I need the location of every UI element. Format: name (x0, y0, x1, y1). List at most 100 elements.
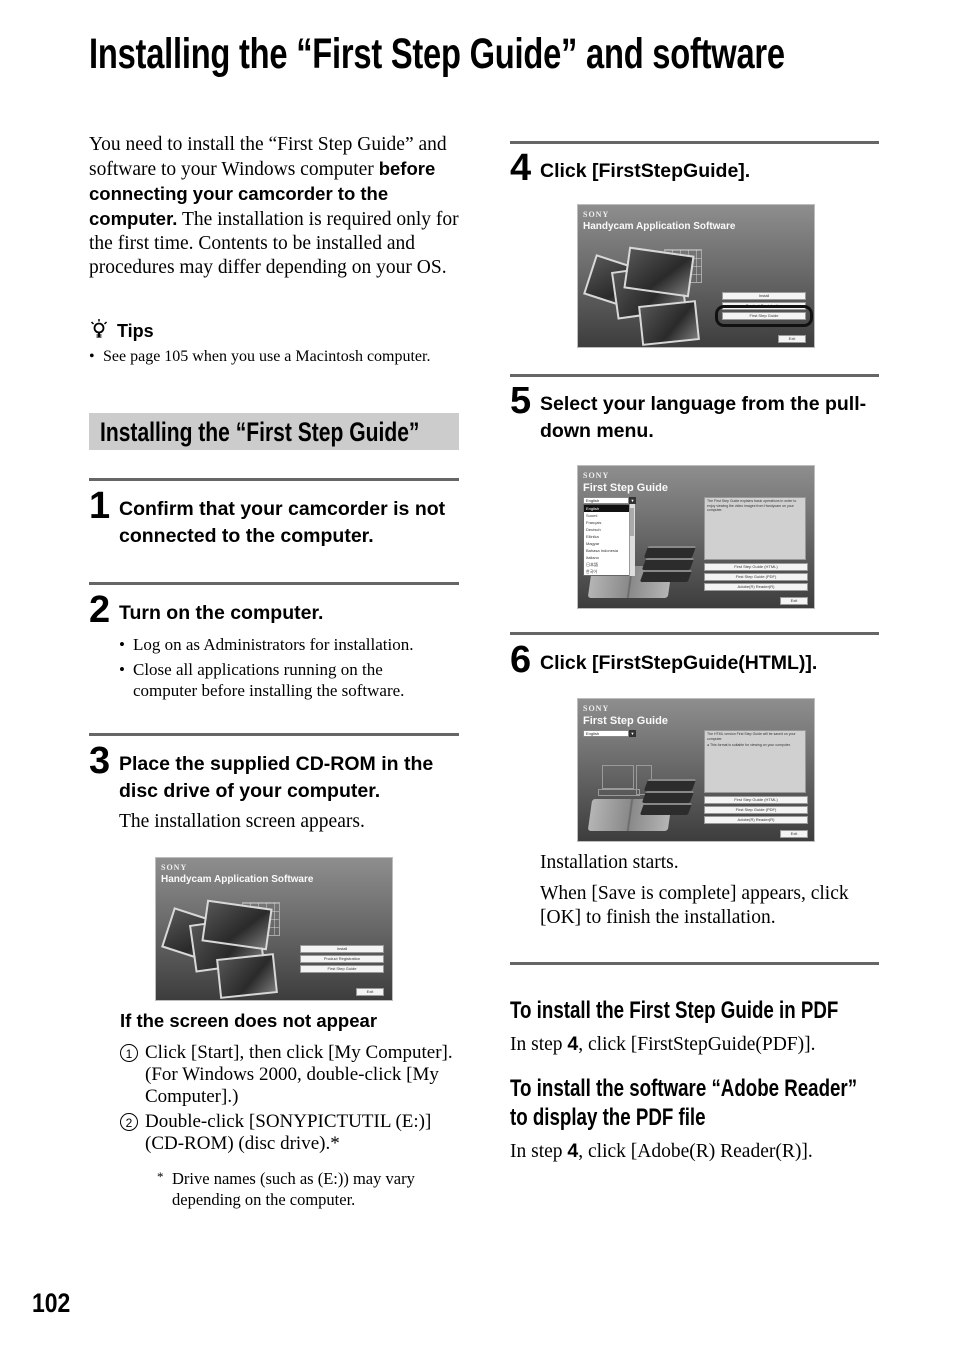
exit-button[interactable]: Exit (778, 335, 806, 343)
adobe-reader-button[interactable]: Adobe(R) Reader(R) (704, 583, 808, 591)
dropdown-arrow-icon[interactable]: ▼ (629, 497, 636, 504)
screen-title: First Step Guide (583, 482, 668, 494)
exit-button[interactable]: Exit (780, 830, 808, 838)
section-heading: Installing the “First Step Guide” (100, 417, 420, 447)
exit-button[interactable]: Exit (356, 988, 384, 996)
step-number: 4 (510, 147, 532, 189)
screenshot-fsg-html: SONY First Step Guide English ▼ The HTML… (577, 698, 815, 842)
product-registration-button[interactable]: Product Registration (300, 955, 384, 963)
step-reference: 4 (567, 1033, 579, 1055)
section-heading-band: Installing the “First Step Guide” (89, 413, 459, 450)
fsg-html-button[interactable]: First Step Guide (HTML) (704, 563, 808, 571)
language-option[interactable]: Français (584, 519, 634, 526)
photo-graphic (623, 246, 695, 298)
step-bullet: Log on as Administrators for installatio… (119, 634, 449, 655)
troubleshoot-item: 2 Double-click [SONYPICTUTIL (E:)] (CD-R… (120, 1111, 460, 1155)
description-line: ● This format is suitable for viewing on… (707, 743, 791, 747)
step-number: 1 (89, 485, 111, 527)
book-graphic (641, 558, 695, 570)
book-graphic (643, 779, 697, 791)
language-dropdown[interactable]: English (583, 730, 629, 737)
step-text: The installation screen appears. (119, 811, 365, 832)
language-option[interactable]: Deutsch (584, 526, 634, 533)
sony-logo: SONY (583, 210, 610, 219)
book-graphic (639, 803, 693, 815)
book-graphic (641, 791, 695, 803)
sony-logo: SONY (583, 471, 610, 480)
extra-instruction: In step 4, click [FirstStepGuide(PDF)]. (510, 1032, 880, 1057)
extra-heading: To install the First Step Guide in PDF (510, 997, 839, 1024)
instruction-text: , click [Adobe(R) Reader(R)]. (578, 1141, 813, 1162)
install-button[interactable]: Install (300, 945, 384, 953)
page-title: Installing the “First Step Guide” and so… (89, 30, 785, 78)
troubleshoot-heading: If the screen does not appear (120, 1010, 378, 1031)
language-list[interactable]: English Suomi Français Deutsch Ellinika … (583, 504, 635, 576)
dropdown-arrow-icon[interactable]: ▼ (629, 730, 636, 737)
step-title: Place the supplied CD-ROM in the disc dr… (119, 753, 434, 802)
language-option[interactable]: 日本語 (584, 561, 634, 568)
language-option[interactable]: 한국어 (584, 568, 634, 575)
language-option[interactable]: Bahasa Indonesia (584, 547, 634, 554)
step-number: 5 (510, 380, 532, 422)
step-result-text: Installation starts. (540, 852, 679, 873)
troubleshoot-item-text: Click [Start], then click [My Computer].… (145, 1042, 453, 1107)
step-bullets: Log on as Administrators for installatio… (119, 634, 449, 705)
language-dropdown[interactable]: English (583, 497, 629, 504)
screen-title: First Step Guide (583, 715, 668, 727)
screenshot-handycam-installer-highlight: SONY Handycam Application Software Insta… (577, 204, 815, 348)
instruction-text: In step (510, 1034, 568, 1055)
computer-monitor-graphic (602, 765, 634, 789)
book-graphic (643, 546, 697, 558)
footnote-text: Drive names (such as (E:)) may vary depe… (172, 1169, 415, 1209)
adobe-reader-button[interactable]: Adobe(R) Reader(R) (704, 816, 808, 824)
tips-list: See page 105 when you use a Macintosh co… (89, 346, 449, 367)
highlight-ring (715, 305, 813, 327)
circled-number: 2 (120, 1113, 138, 1131)
description-line: The HTML version First Step Guide will b… (707, 732, 796, 741)
extra-heading: To install the software “Adobe Reader” t… (510, 1075, 858, 1131)
troubleshoot-list: 1 Click [Start], then click [My Computer… (120, 1042, 460, 1158)
language-option[interactable]: Suomi (584, 512, 634, 519)
lightbulb-icon (89, 318, 109, 345)
instruction-text: In step (510, 1141, 568, 1162)
photo-graphic (638, 300, 700, 346)
step-title: Click [FirstStepGuide(HTML)]. (540, 652, 818, 674)
photo-graphic (216, 953, 278, 999)
fsg-html-button[interactable]: First Step Guide (HTML) (704, 796, 808, 804)
footnote-marker: * (157, 1169, 164, 1184)
instruction-text: , click [FirstStepGuide(PDF)]. (578, 1034, 816, 1055)
step-title: Confirm that your camcorder is not conne… (119, 498, 446, 547)
language-option[interactable]: English (584, 505, 634, 512)
step-divider (89, 582, 459, 585)
keyboard-graphic (598, 789, 640, 796)
step-title: Click [FirstStepGuide]. (540, 160, 751, 182)
step-divider (89, 478, 459, 481)
step-divider (510, 632, 879, 635)
fsg-pdf-button[interactable]: First Step Guide (PDF) (704, 806, 808, 814)
language-option[interactable]: Ellinika (584, 533, 634, 540)
step-result-text: When [Save is complete] appears, click [… (540, 883, 849, 928)
first-step-guide-button[interactable]: First Step Guide (300, 965, 384, 973)
section-divider (510, 962, 879, 965)
language-option[interactable]: Magyar (584, 540, 634, 547)
screenshot-handycam-installer: SONY Handycam Application Software Insta… (155, 857, 393, 1001)
screen-title: Handycam Application Software (583, 221, 736, 232)
screen-title: Handycam Application Software (161, 874, 314, 885)
step-title: Select your language from the pull-down … (540, 393, 867, 442)
photo-graphic (201, 899, 273, 951)
exit-button[interactable]: Exit (780, 597, 808, 605)
step-number: 2 (89, 589, 111, 631)
page-number: 102 (32, 1288, 71, 1318)
step-divider (89, 733, 459, 736)
troubleshoot-item-text: Double-click [SONYPICTUTIL (E:)] (CD-ROM… (145, 1111, 432, 1154)
install-button[interactable]: Install (722, 292, 806, 300)
tips-heading: Tips (89, 318, 154, 345)
description-panel: The HTML version First Step Guide will b… (704, 730, 806, 793)
fsg-pdf-button[interactable]: First Step Guide (PDF) (704, 573, 808, 581)
scrollbar-thumb[interactable] (630, 508, 634, 536)
step-divider (510, 141, 879, 144)
troubleshoot-item: 1 Click [Start], then click [My Computer… (120, 1042, 460, 1108)
language-option[interactable]: Italiano (584, 554, 634, 561)
extra-instruction: In step 4, click [Adobe(R) Reader(R)]. (510, 1139, 880, 1164)
screenshot-language-select: SONY First Step Guide English ▼ English … (577, 465, 815, 609)
